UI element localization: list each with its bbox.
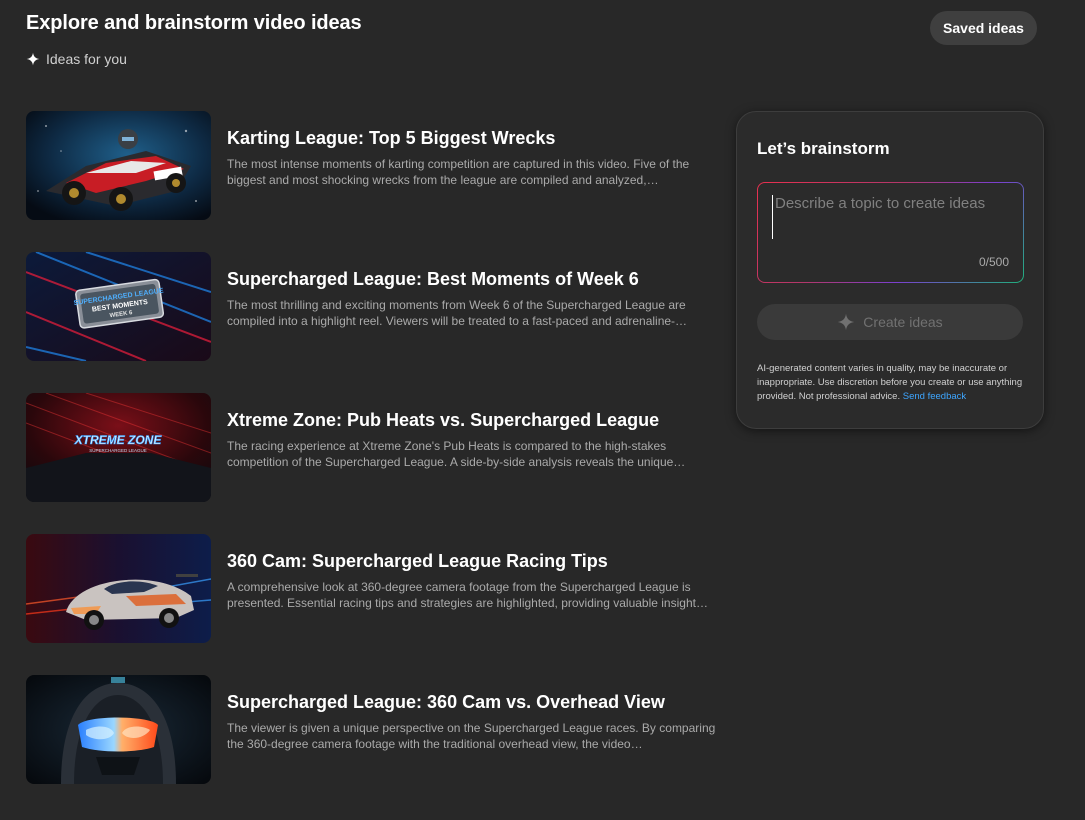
page-title: Explore and brainstorm video ideas <box>26 12 362 34</box>
idea-title[interactable]: Supercharged League: 360 Cam vs. Overhea… <box>227 691 719 713</box>
idea-description: A comprehensive look at 360-degree camer… <box>227 580 708 610</box>
idea-description: The viewer is given a unique perspective… <box>227 721 716 751</box>
idea-description: The racing experience at Xtreme Zone's P… <box>227 439 686 469</box>
ideas-list: Karting League: Top 5 Biggest Wrecks The… <box>26 111 726 816</box>
create-ideas-label: Create ideas <box>863 314 943 330</box>
saved-ideas-button[interactable]: Saved ideas <box>930 11 1037 45</box>
idea-card[interactable]: Supercharged League: 360 Cam vs. Overhea… <box>26 675 726 784</box>
idea-card[interactable]: Karting League: Top 5 Biggest Wrecks The… <box>26 111 726 220</box>
ideas-for-you-label: Ideas for you <box>46 51 127 67</box>
create-ideas-button[interactable]: Create ideas <box>757 304 1023 340</box>
idea-card[interactable]: 360 Cam: Supercharged League Racing Tips… <box>26 534 726 643</box>
idea-card[interactable]: SUPERCHARGED LEAGUE BEST MOMENTS WEEK 6 … <box>26 252 726 361</box>
topic-input[interactable] <box>772 195 1010 239</box>
idea-description: The most thrilling and exciting moments … <box>227 298 688 328</box>
idea-text: 360 Cam: Supercharged League Racing Tips… <box>227 534 719 643</box>
brainstorm-title: Let’s brainstorm <box>757 139 890 158</box>
character-counter: 0/500 <box>978 255 1009 269</box>
sparkle-icon <box>838 313 855 331</box>
idea-title[interactable]: Supercharged League: Best Moments of Wee… <box>227 268 719 290</box>
racing-helmet-thumbnail[interactable] <box>26 675 211 784</box>
topic-input-box[interactable]: 0/500 <box>757 182 1024 283</box>
go-kart-thumbnail[interactable] <box>26 111 211 220</box>
idea-text: Supercharged League: 360 Cam vs. Overhea… <box>227 675 719 784</box>
thumbnail-league-text: SUPERCHARGED LEAGUE <box>89 448 147 453</box>
idea-text: Xtreme Zone: Pub Heats vs. Supercharged … <box>227 393 719 502</box>
race-car-thumbnail[interactable] <box>26 534 211 643</box>
idea-description: The most intense moments of karting comp… <box>227 157 690 187</box>
ideas-for-you-heading: Ideas for you <box>26 51 127 67</box>
idea-text: Karting League: Top 5 Biggest Wrecks The… <box>227 111 719 220</box>
brainstorm-panel: Let’s brainstorm 0/500 Create ideas AI-g… <box>736 111 1044 429</box>
league-badge-thumbnail[interactable]: SUPERCHARGED LEAGUE BEST MOMENTS WEEK 6 <box>26 252 211 361</box>
sparkle-icon <box>26 52 40 66</box>
idea-explorer-page: Explore and brainstorm video ideas Saved… <box>0 0 1085 820</box>
idea-title[interactable]: 360 Cam: Supercharged League Racing Tips <box>227 550 719 572</box>
idea-title[interactable]: Xtreme Zone: Pub Heats vs. Supercharged … <box>227 409 719 431</box>
idea-text: Supercharged League: Best Moments of Wee… <box>227 252 719 361</box>
xtreme-zone-logo-thumbnail[interactable]: XTREME ZONE SUPERCHARGED LEAGUE <box>26 393 211 502</box>
send-feedback-link[interactable]: Send feedback <box>903 391 966 402</box>
disclaimer-text: AI-generated content varies in quality, … <box>757 363 1023 402</box>
ai-disclaimer: AI-generated content varies in quality, … <box>757 362 1029 404</box>
topic-input-container[interactable]: 0/500 <box>758 183 1023 282</box>
thumbnail-xtreme-text: XTREME ZONE <box>74 433 163 447</box>
idea-card[interactable]: XTREME ZONE SUPERCHARGED LEAGUE Xtreme Z… <box>26 393 726 502</box>
idea-title[interactable]: Karting League: Top 5 Biggest Wrecks <box>227 127 719 149</box>
